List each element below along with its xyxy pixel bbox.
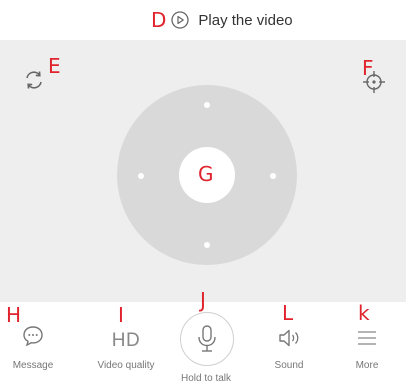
direction-pad[interactable]: G <box>117 85 297 265</box>
speaker-icon <box>279 329 299 347</box>
locate-button[interactable] <box>361 68 387 94</box>
dpad-right[interactable] <box>270 173 276 179</box>
message-bubble-icon <box>23 326 43 347</box>
marker-j: J <box>200 288 206 312</box>
dpad-left[interactable] <box>138 173 144 179</box>
play-video-label: Play the video <box>198 11 293 29</box>
marker-h: H <box>6 303 22 327</box>
marker-i: I <box>118 303 124 327</box>
microphone-icon <box>198 325 216 352</box>
hold-to-talk-button[interactable]: J Hold to talk <box>170 290 242 384</box>
crosshair-icon <box>363 71 385 93</box>
message-button[interactable]: H Message <box>4 302 62 382</box>
video-quality-label: Video quality <box>97 360 155 371</box>
menu-lines-icon <box>358 331 376 345</box>
dpad-up[interactable] <box>204 102 210 108</box>
more-button[interactable]: k More <box>344 302 390 382</box>
marker-k: k <box>358 301 370 325</box>
top-bar: D Play the video <box>0 0 406 40</box>
dpad-center-button[interactable]: G <box>179 147 235 203</box>
marker-l: L <box>282 301 294 325</box>
play-circle-icon <box>171 11 190 29</box>
video-quality-value: HD <box>111 330 141 351</box>
message-label: Message <box>12 360 54 371</box>
marker-d: D <box>151 8 167 32</box>
play-video-button[interactable]: D Play the video <box>151 9 293 31</box>
sound-label: Sound <box>274 360 304 371</box>
video-quality-button[interactable]: I HD Video quality <box>90 302 162 382</box>
sound-button[interactable]: L Sound <box>264 302 314 382</box>
marker-g: G <box>198 162 214 186</box>
refresh-button[interactable] <box>22 68 46 92</box>
refresh-icon <box>26 71 42 89</box>
talk-circle <box>180 312 234 366</box>
marker-e: E <box>48 54 61 78</box>
hold-to-talk-label: Hold to talk <box>180 373 232 384</box>
dpad-down[interactable] <box>204 242 210 248</box>
bottom-toolbar: H Message I HD Video quality J Hold to t… <box>0 290 406 384</box>
more-label: More <box>355 360 379 371</box>
